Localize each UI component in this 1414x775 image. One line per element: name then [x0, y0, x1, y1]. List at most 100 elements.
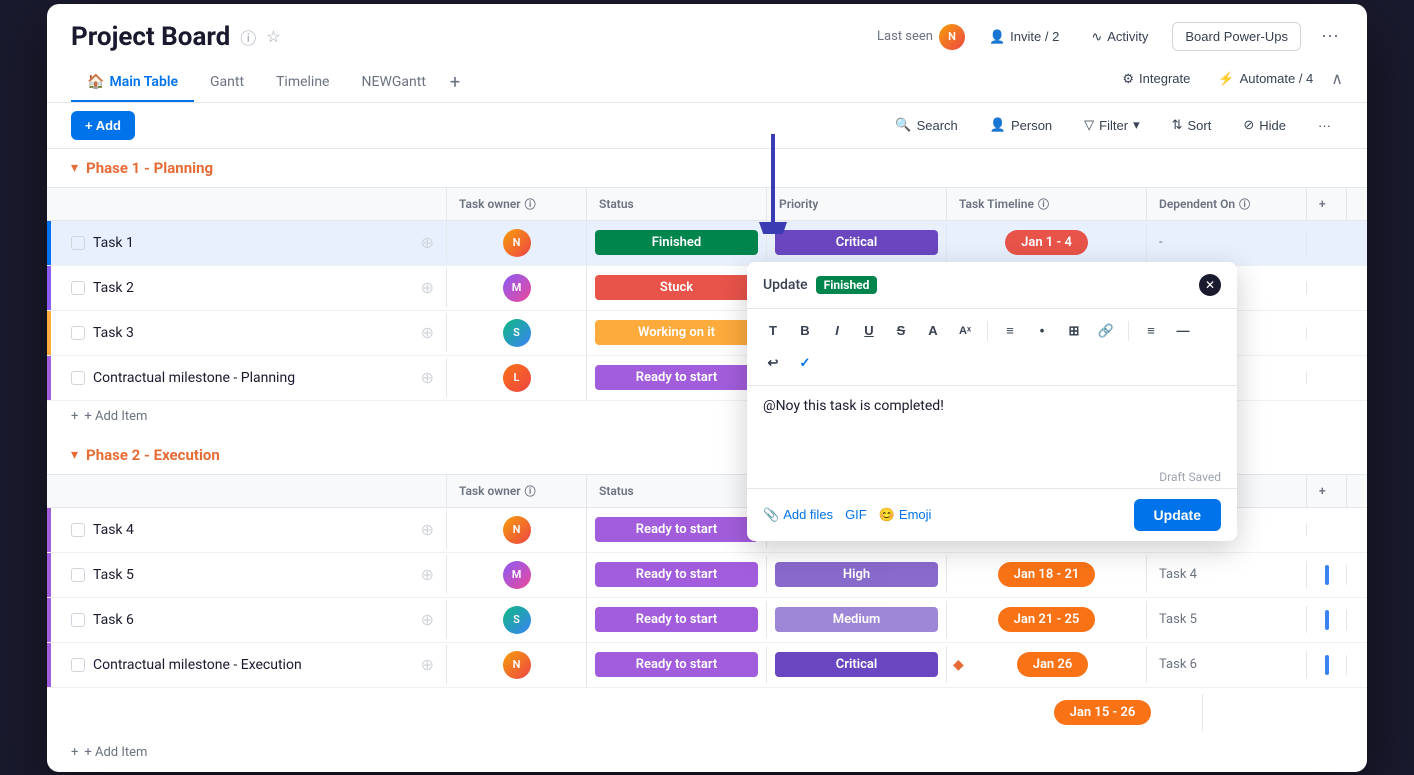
- integrate-button[interactable]: ⚙ Integrate: [1112, 66, 1200, 92]
- extra-timeline-cell: Jan 15 - 26: [1003, 694, 1203, 731]
- contractual-exec-priority[interactable]: Critical: [767, 646, 947, 683]
- phase2-add-item[interactable]: + + Add Item: [47, 737, 1367, 768]
- board-powerups-button[interactable]: Board Power-Ups: [1172, 22, 1301, 51]
- contractual-plan-status[interactable]: Ready to start: [587, 359, 767, 396]
- info-icon-owner2: ⓘ: [525, 483, 536, 499]
- task6-timeline[interactable]: Jan 21 - 25: [947, 601, 1147, 638]
- toolbar-bold-btn[interactable]: B: [791, 317, 819, 345]
- contractual-exec-checkbox[interactable]: [71, 658, 85, 672]
- toolbar-check-btn[interactable]: ✓: [791, 349, 819, 377]
- contractual-plan-avatar: L: [503, 364, 531, 392]
- emoji-button[interactable]: 😊 Emoji: [879, 507, 932, 523]
- toolbar-line-btn[interactable]: —: [1169, 317, 1197, 345]
- col2-status: Status: [587, 475, 767, 507]
- sort-button[interactable]: ⇅ Sort: [1160, 111, 1224, 139]
- toolbar-font-color-btn[interactable]: A: [919, 317, 947, 345]
- phase2-collapse-icon[interactable]: ▾: [71, 447, 78, 463]
- task1-checkbox[interactable]: [71, 236, 85, 250]
- tab-newgantt[interactable]: NEWGantt: [346, 64, 442, 102]
- popup-content[interactable]: @Noy this task is completed!: [747, 386, 1237, 466]
- toolbar-undo-btn[interactable]: ↩: [759, 349, 787, 377]
- task2-status[interactable]: Stuck: [587, 269, 767, 306]
- tab-gantt[interactable]: Gantt: [194, 64, 260, 102]
- contractual-plan-add-icon[interactable]: ⊕: [421, 368, 434, 387]
- task6-timeline-badge: Jan 21 - 25: [998, 607, 1096, 632]
- task6-owner: S: [447, 598, 587, 642]
- task5-status[interactable]: Ready to start: [587, 556, 767, 593]
- task1-name-cell: Task 1 ⊕: [47, 223, 447, 262]
- contractual-plan-name-cell: Contractual milestone - Planning ⊕: [47, 358, 447, 397]
- update-button[interactable]: Update: [1134, 499, 1221, 531]
- task6-priority[interactable]: Medium: [767, 601, 947, 638]
- tab-timeline[interactable]: Timeline: [260, 64, 345, 102]
- contractual-exec-status[interactable]: Ready to start: [587, 646, 767, 683]
- gif-button[interactable]: GIF: [845, 507, 867, 522]
- toolbar-strike-btn[interactable]: S: [887, 317, 915, 345]
- add-button[interactable]: + Add: [71, 111, 135, 140]
- toolbar-font-size-btn[interactable]: Aˣ: [951, 317, 979, 345]
- col2-add[interactable]: +: [1307, 475, 1347, 507]
- task3-checkbox[interactable]: [71, 326, 85, 340]
- task2-add-icon[interactable]: ⊕: [421, 278, 434, 297]
- task5-add-icon[interactable]: ⊕: [421, 565, 434, 584]
- contractual-plan-checkbox[interactable]: [71, 371, 85, 385]
- task4-status[interactable]: Ready to start: [587, 511, 767, 548]
- task3-add-icon[interactable]: ⊕: [421, 323, 434, 342]
- toolbar-table-btn[interactable]: ⊞: [1060, 317, 1088, 345]
- task4-add-icon[interactable]: ⊕: [421, 520, 434, 539]
- tab-main-table[interactable]: 🏠 Main Table: [71, 64, 194, 102]
- task5-timeline[interactable]: Jan 18 - 21: [947, 556, 1147, 593]
- task4-checkbox[interactable]: [71, 523, 85, 537]
- task3-status[interactable]: Working on it: [587, 314, 767, 351]
- phase1-collapse-icon[interactable]: ▾: [71, 160, 78, 176]
- filter-button[interactable]: ▽ Filter ▾: [1072, 111, 1151, 139]
- info-icon[interactable]: ⓘ: [240, 25, 256, 49]
- person-filter-button[interactable]: 👤 Person: [978, 111, 1064, 139]
- toolbar-link-btn[interactable]: 🔗: [1092, 317, 1120, 345]
- collapse-button[interactable]: ∧: [1331, 69, 1343, 89]
- task4-avatar: N: [503, 516, 531, 544]
- toolbar-text-btn[interactable]: T: [759, 317, 787, 345]
- task1-status-badge: Finished: [595, 230, 758, 255]
- task6-status[interactable]: Ready to start: [587, 601, 767, 638]
- contractual-exec-dependent: Task 6: [1147, 651, 1307, 678]
- task6-checkbox[interactable]: [71, 613, 85, 627]
- contractual-exec-add-icon[interactable]: ⊕: [421, 655, 434, 674]
- task1-timeline[interactable]: Jan 1 - 4: [947, 224, 1147, 261]
- toolbar-ol-btn[interactable]: ≡: [996, 317, 1024, 345]
- toolbar-divider2: [1128, 321, 1129, 341]
- col-add[interactable]: +: [1307, 188, 1347, 220]
- automate-button[interactable]: ⚡ Automate / 4: [1208, 66, 1323, 92]
- more-options-button[interactable]: ···: [1306, 112, 1343, 139]
- hide-button[interactable]: ⊘ Hide: [1231, 111, 1298, 139]
- toolbar-italic-btn[interactable]: I: [823, 317, 851, 345]
- col2-task-name: [47, 475, 447, 507]
- toolbar-underline-btn[interactable]: U: [855, 317, 883, 345]
- toolbar-ul-btn[interactable]: •: [1028, 317, 1056, 345]
- last-seen: Last seen N: [877, 24, 965, 50]
- star-icon[interactable]: ☆: [266, 27, 280, 46]
- info-icon-owner: ⓘ: [525, 196, 536, 212]
- contractual-exec-timeline[interactable]: ◆ Jan 26: [947, 646, 1147, 683]
- contractual-plan-name: Contractual milestone - Planning: [93, 370, 295, 386]
- task1-add-icon[interactable]: ⊕: [421, 233, 434, 252]
- activity-icon: ∿: [1091, 29, 1102, 45]
- task4-status-badge: Ready to start: [595, 517, 758, 542]
- task6-add-icon[interactable]: ⊕: [421, 610, 434, 629]
- task1-priority[interactable]: Critical: [767, 224, 947, 261]
- more-menu-button[interactable]: ⋯: [1317, 22, 1343, 51]
- task5-priority[interactable]: High: [767, 556, 947, 593]
- popup-text: @Noy this task is completed!: [763, 398, 1221, 414]
- activity-button[interactable]: ∿ Activity: [1083, 25, 1156, 49]
- add-files-button[interactable]: 📎 Add files: [763, 507, 833, 523]
- task5-checkbox[interactable]: [71, 568, 85, 582]
- invite-button[interactable]: 👤 Invite / 2: [981, 25, 1067, 49]
- header-right: Last seen N 👤 Invite / 2 ∿ Activity Boar…: [877, 22, 1343, 51]
- close-popup-button[interactable]: ✕: [1199, 274, 1221, 296]
- search-button[interactable]: 🔍 Search: [883, 111, 969, 139]
- task1-status[interactable]: Finished: [587, 224, 767, 261]
- toolbar-align-btn[interactable]: ≡: [1137, 317, 1165, 345]
- task2-checkbox[interactable]: [71, 281, 85, 295]
- tab-add-button[interactable]: +: [442, 64, 468, 101]
- integrate-icon: ⚙: [1122, 71, 1134, 87]
